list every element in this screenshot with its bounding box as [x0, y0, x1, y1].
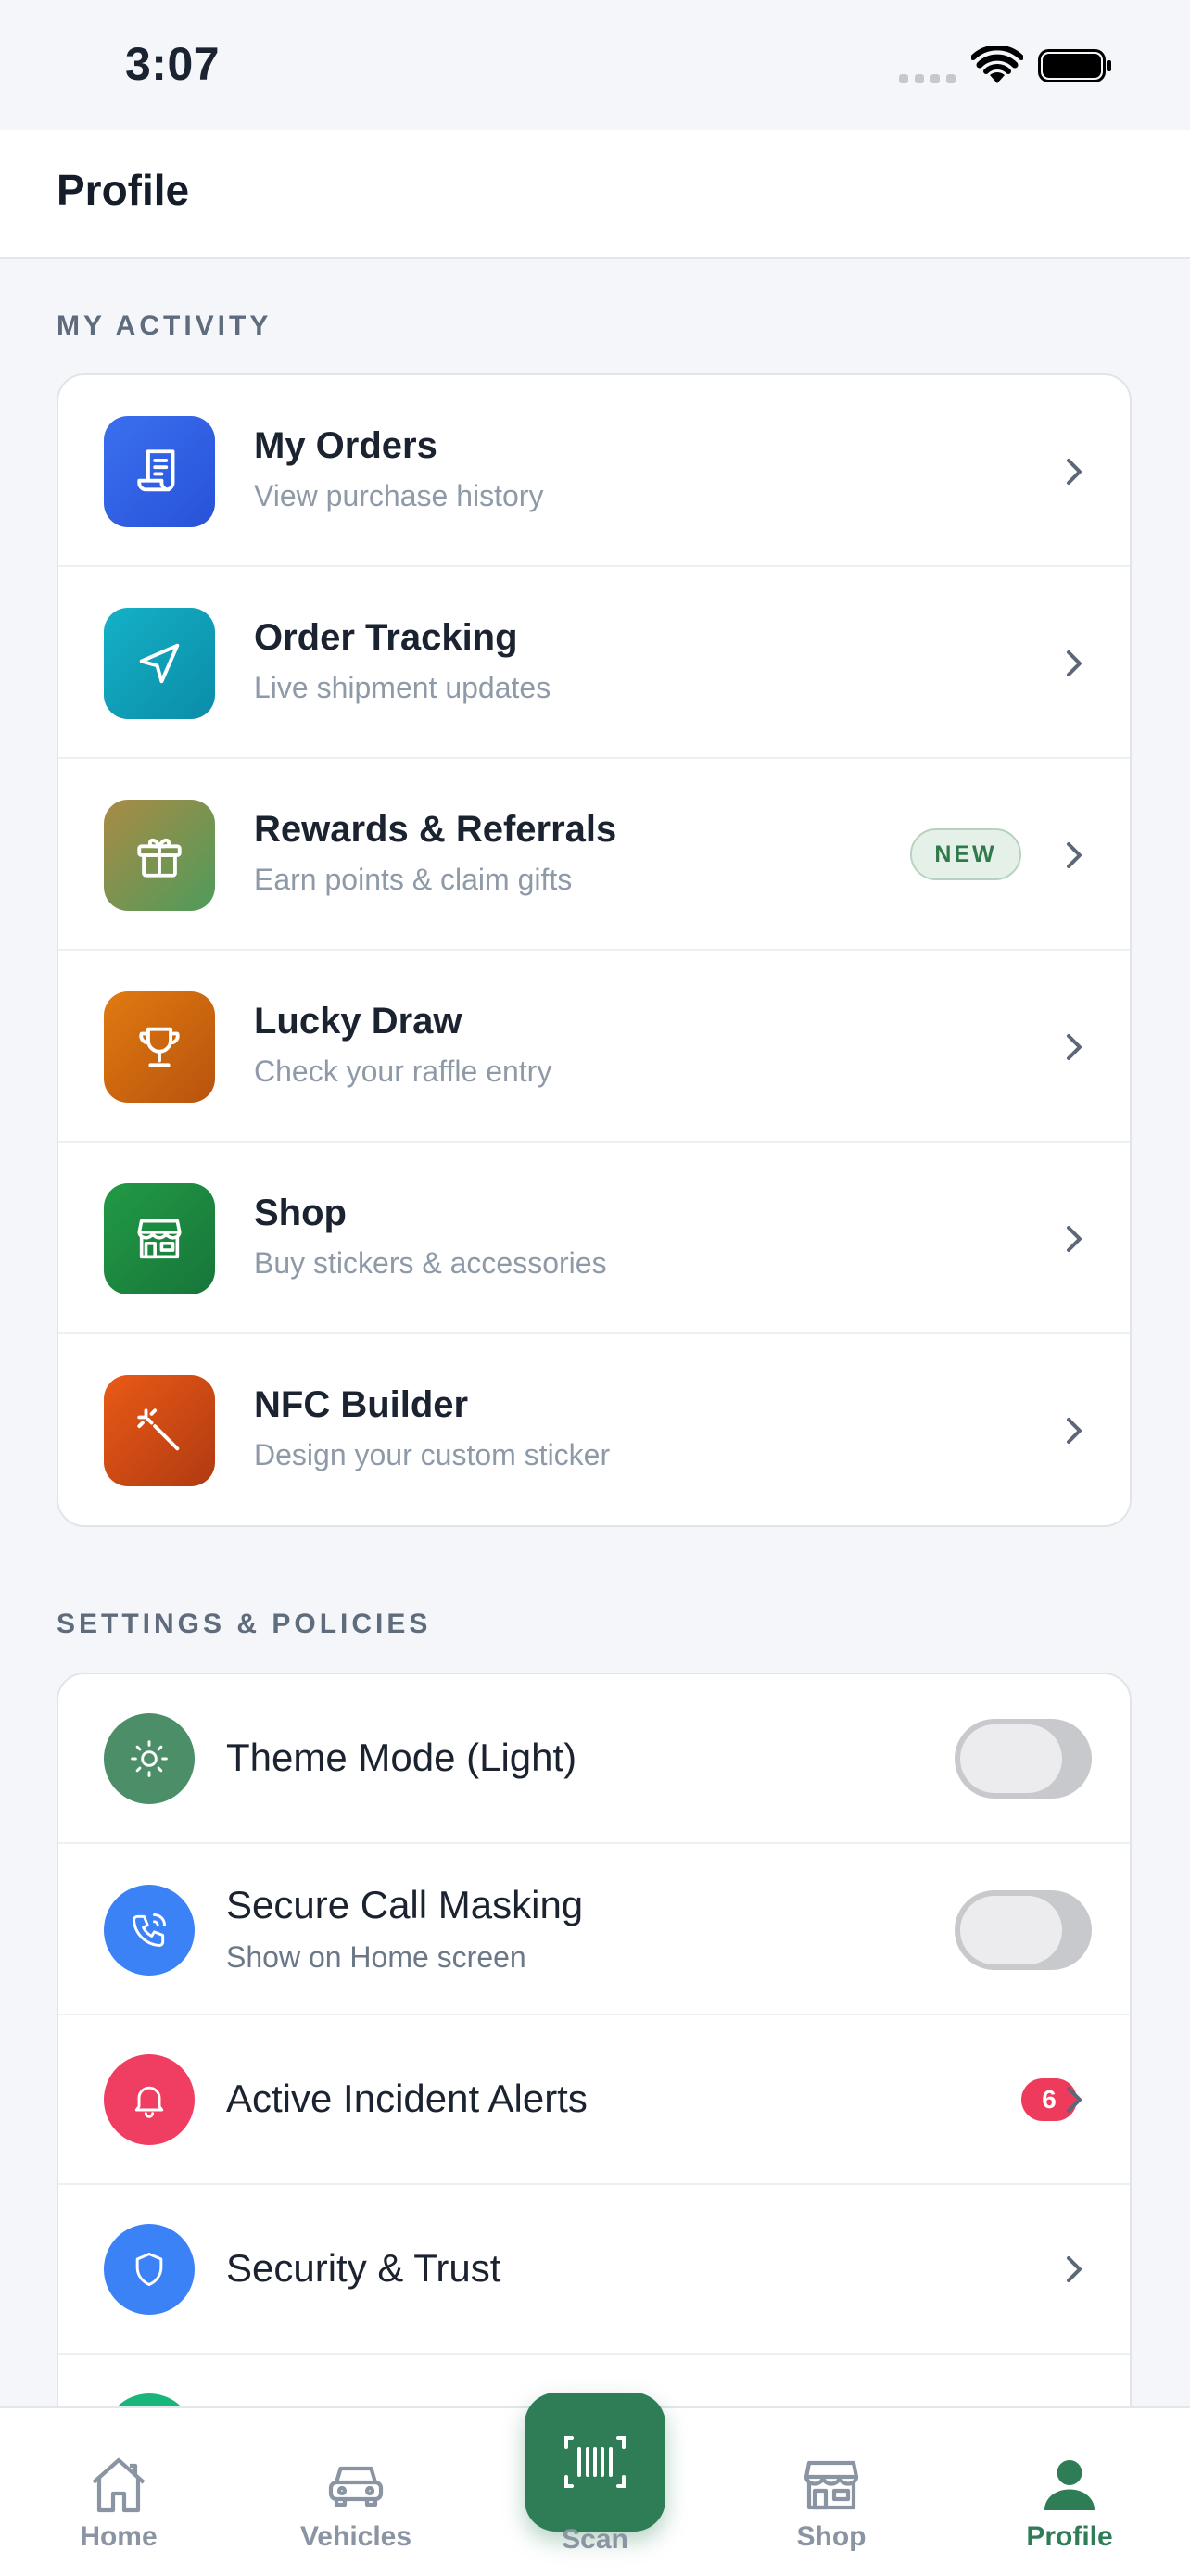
- nav-vehicles[interactable]: Vehicles: [263, 2408, 449, 2576]
- receipt-icon: [104, 416, 215, 527]
- setting-security-trust[interactable]: Security & Trust: [58, 2185, 1130, 2355]
- trophy-icon: [104, 991, 215, 1103]
- setting-title: Security & Trust: [226, 2246, 501, 2290]
- menu-item-subtitle: Earn points & claim gifts: [254, 863, 573, 896]
- sun-icon: [104, 1713, 195, 1804]
- chevron-right-icon: [1067, 2087, 1082, 2113]
- gift-icon: [104, 800, 215, 911]
- menu-item-title: NFC Builder: [254, 1384, 469, 1425]
- chevron-right-icon: [1067, 1226, 1082, 1252]
- menu-item-title: Rewards & Referrals: [254, 809, 617, 850]
- chevron-right-icon: [1067, 650, 1082, 676]
- setting-title: Secure Call Masking: [226, 1883, 584, 1926]
- nav-home[interactable]: Home: [26, 2408, 211, 2576]
- status-bar: 3:07: [0, 0, 1190, 130]
- setting-secure-call-masking: Secure Call Masking Show on Home screen: [58, 1844, 1130, 2015]
- nav-label: Shop: [796, 2521, 867, 2552]
- menu-item-nfc-builder[interactable]: NFC Builder Design your custom sticker: [58, 1334, 1130, 1525]
- nav-label: Profile: [1026, 2521, 1113, 2552]
- menu-item-lucky-draw[interactable]: Lucky Draw Check your raffle entry: [58, 951, 1130, 1143]
- nav-label: Home: [80, 2521, 158, 2552]
- secure-call-masking-toggle[interactable]: [955, 1890, 1092, 1970]
- menu-item-subtitle: View purchase history: [254, 479, 544, 512]
- setting-active-incident-alerts[interactable]: Active Incident Alerts 6: [58, 2015, 1130, 2185]
- magic-wand-icon: [104, 1375, 215, 1486]
- barcode-scan-icon: [564, 2436, 626, 2488]
- section-label-my-activity: MY ACTIVITY: [57, 310, 272, 341]
- chevron-right-icon: [1067, 842, 1082, 868]
- menu-item-title: Shop: [254, 1193, 347, 1233]
- section-label-settings-policies: SETTINGS & POLICIES: [57, 1609, 432, 1639]
- scan-button[interactable]: [525, 2393, 665, 2532]
- menu-item-my-orders[interactable]: My Orders View purchase history: [58, 375, 1130, 567]
- menu-item-subtitle: Design your custom sticker: [254, 1438, 611, 1471]
- menu-item-subtitle: Live shipment updates: [254, 671, 551, 704]
- car-icon: [328, 2466, 384, 2507]
- setting-title: Theme Mode (Light): [226, 1736, 577, 1779]
- bell-icon: [104, 2054, 195, 2145]
- nav-profile[interactable]: Profile: [977, 2408, 1162, 2576]
- battery-icon: [1038, 49, 1111, 82]
- navigation-arrow-icon: [104, 608, 215, 719]
- chevron-right-icon: [1067, 1034, 1082, 1060]
- home-icon: [92, 2457, 146, 2513]
- chevron-right-icon: [1067, 1418, 1082, 1444]
- menu-item-subtitle: Check your raffle entry: [254, 1054, 552, 1088]
- settings-card: Theme Mode (Light) Secure Call Masking S…: [57, 1673, 1132, 2507]
- menu-item-title: Lucky Draw: [254, 1001, 462, 1042]
- menu-item-shop[interactable]: Shop Buy stickers & accessories: [58, 1143, 1130, 1334]
- setting-title: Active Incident Alerts: [226, 2077, 588, 2120]
- storefront-icon: [804, 2460, 859, 2510]
- nav-label: Vehicles: [299, 2521, 412, 2552]
- cellular-signal-icon: [899, 74, 956, 83]
- app-header: Profile: [0, 130, 1190, 259]
- shield-icon: [104, 2224, 195, 2315]
- menu-item-order-tracking[interactable]: Order Tracking Live shipment updates: [58, 567, 1130, 759]
- menu-item-title: Order Tracking: [254, 617, 518, 658]
- menu-item-title: My Orders: [254, 425, 437, 466]
- nav-label-scan[interactable]: Scan: [502, 2524, 688, 2556]
- storefront-icon: [104, 1183, 215, 1294]
- user-icon: [1044, 2460, 1095, 2510]
- page-title: Profile: [57, 166, 190, 214]
- theme-mode-toggle[interactable]: [955, 1719, 1092, 1799]
- setting-theme-mode: Theme Mode (Light): [58, 1674, 1130, 1844]
- setting-subtitle: Show on Home screen: [226, 1940, 526, 1974]
- status-time: 3:07: [125, 38, 221, 90]
- my-activity-card: My Orders View purchase history Order Tr…: [57, 373, 1132, 1527]
- new-badge: NEW: [910, 828, 1021, 880]
- menu-item-rewards-referrals[interactable]: Rewards & Referrals Earn points & claim …: [58, 759, 1130, 951]
- chevron-right-icon: [1067, 459, 1082, 485]
- menu-item-subtitle: Buy stickers & accessories: [254, 1246, 607, 1280]
- nav-shop[interactable]: Shop: [739, 2408, 924, 2576]
- phone-icon: [104, 1885, 195, 1976]
- wifi-icon: [971, 46, 1023, 83]
- chevron-right-icon: [1067, 2256, 1082, 2282]
